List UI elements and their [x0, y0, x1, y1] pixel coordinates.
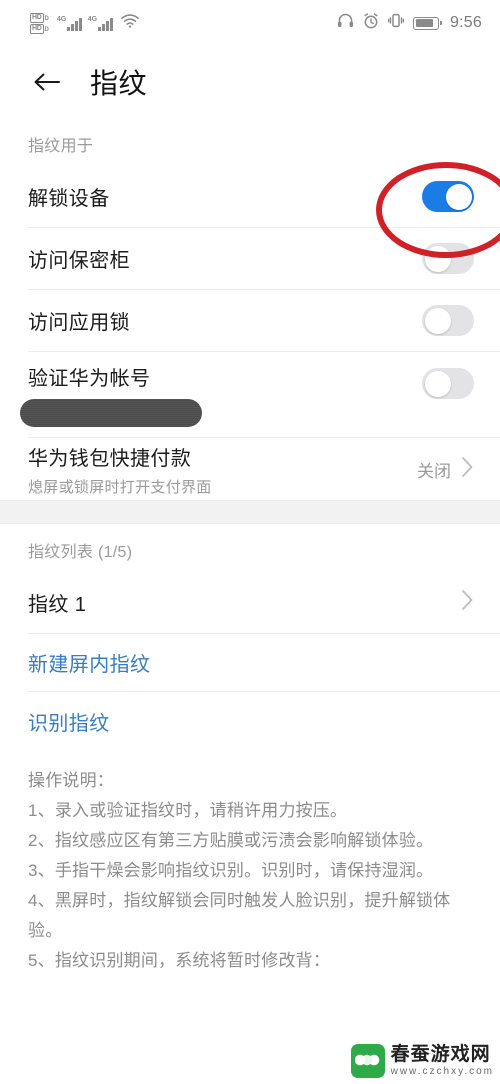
wifi-icon	[120, 13, 139, 33]
row-texts: 访问应用锁	[28, 306, 422, 335]
hd-volte-icon: HD D	[30, 12, 49, 23]
signal-bars-icon-secondary	[98, 17, 113, 31]
redaction-bar	[20, 399, 202, 427]
status-bar-left: HD D HD D 4G 4G	[30, 12, 139, 34]
row-texts: 指纹 1	[28, 588, 461, 617]
hd-sub-label: D	[44, 15, 49, 22]
toggle-knob	[445, 183, 472, 210]
watermark-logo-icon	[350, 1044, 385, 1078]
row-title: 指纹 1	[28, 594, 87, 616]
app-bar: 指纹	[0, 46, 500, 118]
instructions-heading: 操作说明：	[28, 771, 114, 790]
row-texts: 华为钱包快捷付款 熄屏或锁屏时打开支付界面	[28, 442, 417, 497]
hd-volte-icon-secondary: HD D	[30, 23, 49, 34]
row-title: 访问应用锁	[28, 312, 130, 334]
battery-icon	[413, 16, 443, 30]
fingerprint-list: 指纹 1 新建屏内指纹 识别指纹	[0, 572, 500, 750]
network-type-label-sim2: 4G	[87, 15, 98, 23]
row-huawei-wallet-quick-pay[interactable]: 华为钱包快捷付款 熄屏或锁屏时打开支付界面 关闭	[28, 438, 500, 500]
instruction-item-4: 4、黑屏时，指纹解锁会同时触发人脸识别，提升解锁体验。	[28, 891, 451, 940]
instruction-item-3: 3、手指干燥会影响指纹识别。识别时，请保持湿润。	[28, 861, 434, 880]
row-access-app-lock[interactable]: 访问应用锁	[28, 290, 500, 352]
hd-badge-label: HD	[30, 12, 44, 23]
row-access-safe[interactable]: 访问保密柜	[28, 228, 500, 290]
verify-huawei-account-toggle[interactable]	[422, 368, 474, 399]
signal-group-sim1: 4G	[57, 16, 82, 31]
usage-list: 解锁设备 访问保密柜 访问应用锁 验证华为帐号 华为钱包快捷付款 熄屏或锁屏时打…	[0, 166, 500, 500]
instructions-block: 操作说明： 1、录入或验证指纹时，请稍许用力按压。 2、指纹感应区有第三方贴膜或…	[0, 750, 500, 976]
row-fingerprint-1[interactable]: 指纹 1	[28, 572, 500, 634]
dual-sim-hd-indicator: HD D HD D	[30, 12, 49, 34]
row-title: 访问保密柜	[28, 250, 130, 272]
section-divider	[0, 500, 500, 524]
row-unlock-device[interactable]: 解锁设备	[28, 166, 500, 228]
row-title: 验证华为帐号	[28, 368, 151, 390]
hd-sub-label-2: D	[44, 26, 49, 33]
signal-bars-icon	[67, 17, 82, 31]
row-title: 华为钱包快捷付款	[28, 447, 192, 470]
action-label: 识别指纹	[28, 712, 110, 735]
wallet-status-value: 关闭	[417, 461, 451, 481]
status-bar-right: 9:56	[337, 12, 482, 34]
instruction-item-1: 1、录入或验证指纹时，请稍许用力按压。	[28, 801, 348, 820]
alarm-icon	[363, 12, 379, 34]
network-type-label-sim1: 4G	[56, 15, 67, 23]
action-label: 新建屏内指纹	[28, 654, 151, 676]
row-texts: 验证华为帐号	[28, 362, 422, 391]
action-new-in-screen-fingerprint[interactable]: 新建屏内指纹	[28, 634, 500, 692]
access-safe-toggle[interactable]	[422, 243, 474, 274]
signal-group-sim2: 4G	[88, 16, 113, 31]
toggle-knob	[424, 370, 451, 397]
back-arrow-icon[interactable]	[30, 65, 64, 99]
section-label-usage: 指纹用于	[28, 138, 94, 155]
row-texts: 解锁设备	[28, 182, 422, 211]
action-identify-fingerprint[interactable]: 识别指纹	[28, 692, 500, 750]
watermark-texts: 春蚕游戏网 www.czchxy.com	[391, 1045, 494, 1077]
watermark-url: www.czchxy.com	[390, 1066, 494, 1077]
status-bar: HD D HD D 4G 4G 9:56	[0, 0, 500, 46]
chevron-right-icon	[461, 456, 474, 483]
instruction-item-2: 2、指纹感应区有第三方贴膜或污渍会影响解锁体验。	[28, 831, 434, 850]
row-texts: 访问保密柜	[28, 244, 422, 273]
row-verify-huawei-account[interactable]: 验证华为帐号	[20, 352, 500, 438]
toggle-knob	[424, 245, 451, 272]
hd-badge-label-2: HD	[30, 23, 44, 34]
row-title: 解锁设备	[28, 188, 110, 210]
status-bar-clock: 9:56	[450, 14, 482, 31]
toggle-knob	[424, 307, 451, 334]
unlock-device-toggle[interactable]	[422, 181, 474, 212]
headset-icon	[337, 13, 354, 33]
chevron-right-icon	[461, 589, 474, 616]
watermark: 春蚕游戏网 www.czchxy.com	[350, 1044, 494, 1078]
watermark-title: 春蚕游戏网	[390, 1044, 491, 1065]
row-subtitle: 熄屏或锁屏时打开支付界面	[28, 478, 212, 496]
section-label-fingerprint-list: 指纹列表 (1/5)	[28, 544, 133, 561]
instruction-item-5: 5、指纹识别期间，系统将暂时修改背：	[28, 951, 331, 970]
vibrate-icon	[387, 13, 405, 33]
page-title: 指纹	[90, 68, 148, 99]
access-app-lock-toggle[interactable]	[422, 305, 474, 336]
fingerprint-settings-screen: HD D HD D 4G 4G 9:56 指纹 指纹用于 解锁设备 访问保密柜 …	[0, 0, 500, 1084]
